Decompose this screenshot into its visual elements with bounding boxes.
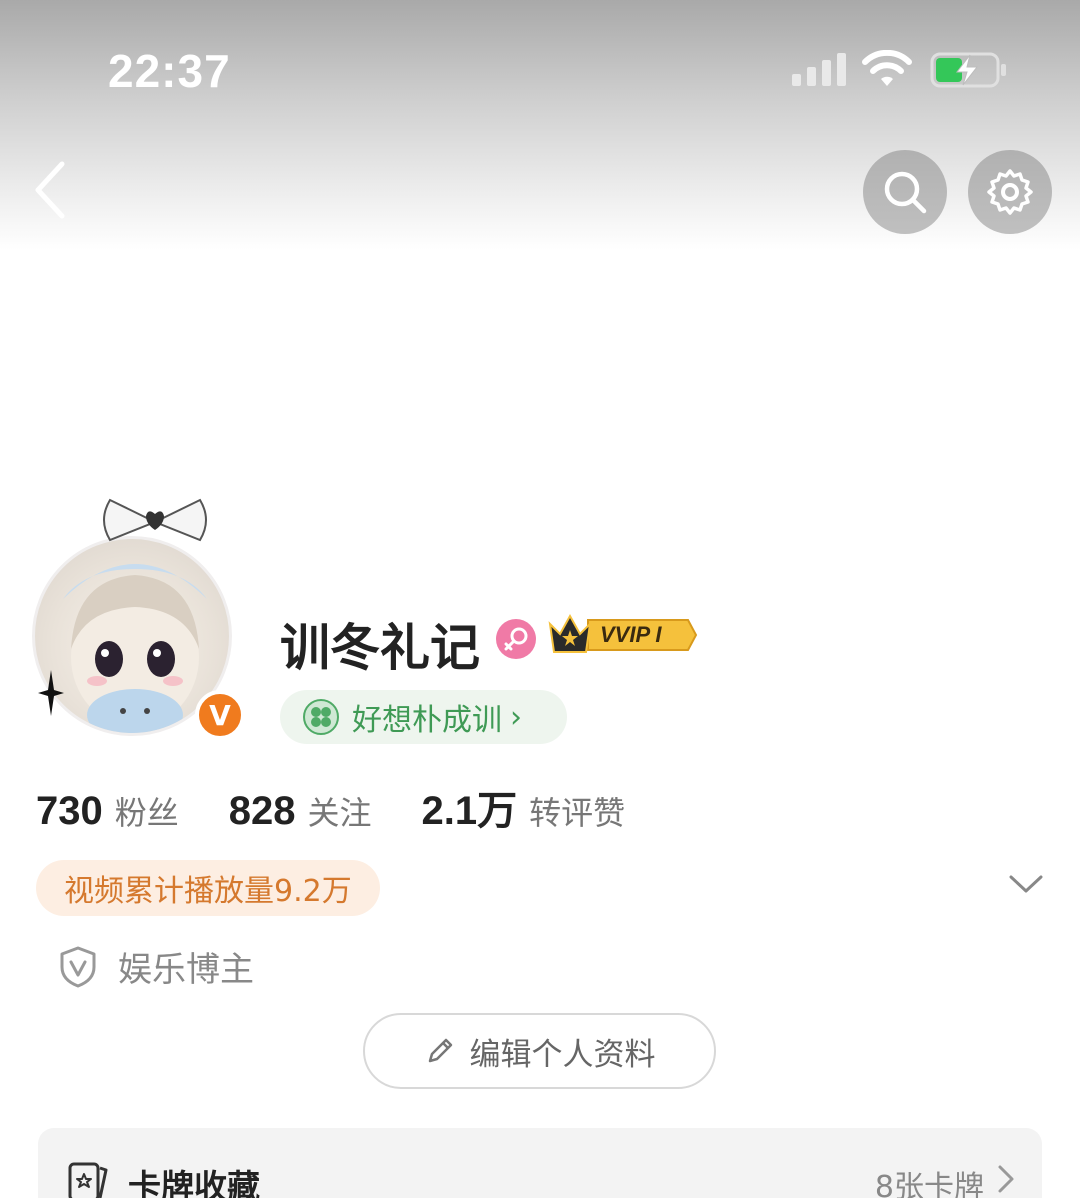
role-row: 娱乐博主 (58, 942, 254, 991)
battery-charging-icon (930, 52, 1006, 88)
wifi-icon (862, 50, 912, 86)
settings-button[interactable] (968, 150, 1052, 234)
fan-tag-label: 好想朴成训 (352, 703, 502, 738)
clover-icon (303, 699, 339, 735)
gear-icon (987, 169, 1033, 215)
search-icon (884, 171, 927, 214)
stat-interactions[interactable]: 2.1万 转评赞 (422, 778, 626, 836)
card-icon (68, 1162, 108, 1198)
status-bar: 22:37 (0, 0, 1080, 130)
female-icon (496, 619, 536, 659)
fan-tag-pill[interactable]: 好想朴成训 › (280, 690, 567, 744)
stat-followers[interactable]: 730 粉丝 (36, 788, 179, 834)
status-time: 22:37 (108, 45, 231, 97)
role-label: 娱乐博主 (118, 950, 254, 990)
signal-icon (792, 53, 846, 86)
pencil-icon (428, 1038, 452, 1063)
chevron-right-icon: › (510, 699, 522, 735)
back-icon[interactable] (26, 158, 76, 222)
chevron-down-icon[interactable] (1008, 872, 1044, 896)
avatar-container[interactable]: V (28, 492, 258, 740)
play-count-text: 视频累计播放量9.2万 (64, 874, 352, 909)
vip-label: VVIP I (600, 622, 662, 647)
play-count-badge: 视频累计播放量9.2万 (36, 860, 380, 916)
vip-badge[interactable]: VVIP I (548, 612, 698, 658)
stat-label: 转评赞 (529, 794, 626, 832)
stat-value: 828 (228, 789, 296, 833)
stats-row: 730 粉丝 828 关注 2.1万 转评赞 (36, 778, 675, 836)
shield-icon (60, 946, 96, 987)
username: 训冬礼记 (280, 619, 480, 677)
verified-badge: V (195, 690, 245, 740)
stat-value: 730 (36, 789, 103, 833)
card-collection-row[interactable]: 卡牌收藏 8张卡牌 (38, 1128, 1042, 1198)
card-collection-title: 卡牌收藏 (128, 1167, 260, 1198)
sparkle-decoration (38, 670, 64, 716)
stat-label: 粉丝 (114, 794, 179, 832)
edit-profile-label: 编辑个人资料 (469, 1036, 656, 1073)
card-collection-count: 8张卡牌 (874, 1170, 984, 1198)
search-button[interactable] (863, 150, 947, 234)
stat-value: 2.1万 (421, 789, 518, 833)
bow-decoration (103, 498, 207, 542)
edit-profile-button[interactable]: 编辑个人资料 (363, 1013, 716, 1089)
chevron-right-icon (998, 1165, 1014, 1193)
stat-following[interactable]: 828 关注 (229, 788, 372, 834)
stat-label: 关注 (307, 794, 372, 832)
